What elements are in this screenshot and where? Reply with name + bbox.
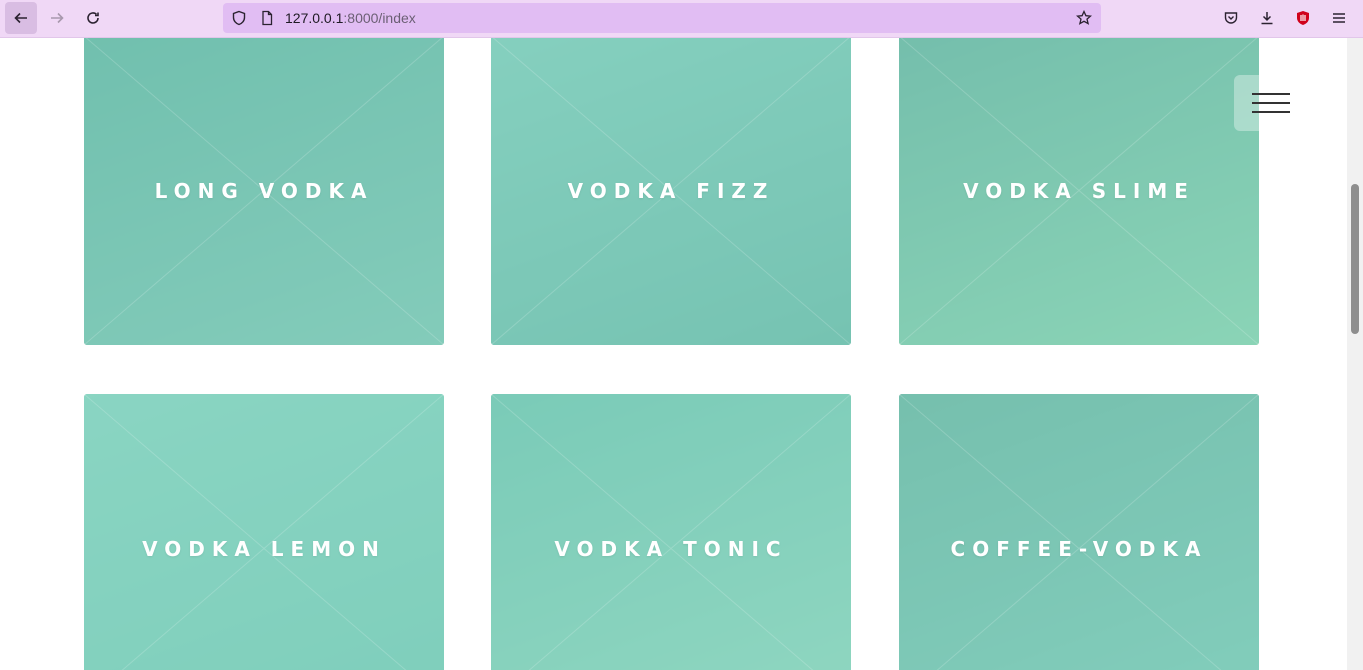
drink-card-vodka-fizz[interactable]: VODKA FIZZ [491, 38, 851, 345]
scrollbar-thumb[interactable] [1351, 184, 1359, 334]
page-viewport: LONG VODKA VODKA FIZZ VODKA SLIME VODKA … [0, 38, 1347, 670]
drink-card-vodka-lemon[interactable]: VODKA LEMON [84, 394, 444, 670]
page-icon[interactable] [259, 10, 275, 26]
bookmark-star-icon[interactable] [1076, 10, 1092, 26]
shield-icon[interactable] [231, 10, 247, 26]
extension-button[interactable] [1287, 2, 1319, 34]
pocket-button[interactable] [1215, 2, 1247, 34]
forward-arrow-icon [51, 12, 64, 24]
card-title: VODKA SLIME [963, 178, 1195, 203]
card-title: VODKA TONIC [554, 536, 788, 561]
card-title: VODKA FIZZ [567, 178, 775, 203]
drink-card-vodka-slime[interactable]: VODKA SLIME [899, 38, 1259, 345]
site-menu-toggle[interactable] [1234, 75, 1294, 131]
menu-line [1252, 102, 1290, 104]
drink-card-long-vodka[interactable]: LONG VODKA [84, 38, 444, 345]
url-bar[interactable]: 127.0.0.1:8000/index [223, 3, 1101, 33]
drink-card-coffee-vodka[interactable]: COFFEE-VODKA [899, 394, 1259, 670]
url-path: :8000/index [343, 10, 416, 26]
card-decoration [491, 394, 851, 670]
menu-line [1252, 93, 1290, 95]
downloads-button[interactable] [1251, 2, 1283, 34]
ublock-shield-icon [1297, 11, 1309, 25]
back-arrow-icon [14, 12, 27, 24]
menu-line [1252, 111, 1290, 113]
card-title: VODKA LEMON [142, 536, 386, 561]
back-button[interactable] [5, 2, 37, 34]
browser-toolbar: 127.0.0.1:8000/index [0, 0, 1363, 38]
url-host: 127.0.0.1 [285, 10, 344, 26]
card-title: COFFEE-VODKA [950, 536, 1208, 561]
forward-button[interactable] [41, 2, 73, 34]
card-decoration [84, 394, 444, 670]
download-icon [1261, 12, 1273, 25]
pocket-icon [1224, 12, 1238, 24]
reload-button[interactable] [77, 2, 109, 34]
card-title: LONG VODKA [154, 178, 374, 203]
hamburger-menu-icon [1333, 13, 1345, 23]
page-scrollbar[interactable] [1347, 38, 1363, 670]
reload-icon [87, 12, 99, 24]
url-text[interactable]: 127.0.0.1:8000/index [285, 10, 416, 26]
app-menu-button[interactable] [1323, 2, 1355, 34]
card-decoration [899, 394, 1259, 670]
drink-card-vodka-tonic[interactable]: VODKA TONIC [491, 394, 851, 670]
